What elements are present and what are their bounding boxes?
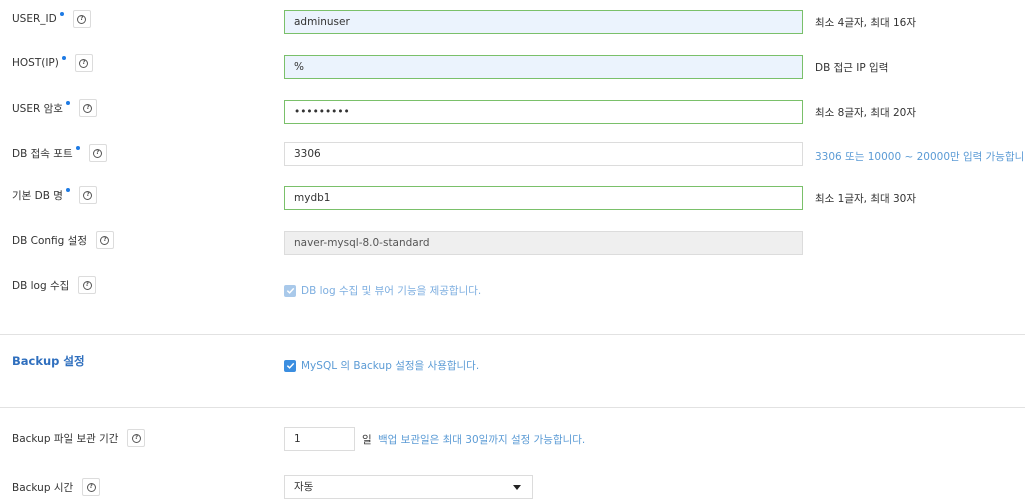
db-log-label: DB log 수집 ? bbox=[12, 276, 97, 294]
help-icon[interactable]: ? bbox=[74, 54, 93, 72]
db-port-hint: 3306 또는 10000 ~ 20000만 입력 가능합니다. bbox=[815, 151, 1025, 163]
help-icon[interactable]: ? bbox=[78, 276, 97, 294]
required-dot bbox=[65, 101, 70, 105]
checkmark-icon bbox=[284, 359, 296, 372]
backup-section-title: Backup 설정 bbox=[12, 354, 85, 368]
help-icon[interactable]: ? bbox=[78, 99, 97, 117]
required-dot bbox=[75, 146, 80, 150]
help-icon[interactable]: ? bbox=[72, 10, 91, 28]
required-dot bbox=[59, 12, 64, 16]
help-icon[interactable]: ? bbox=[78, 186, 97, 204]
backup-time-label: Backup 시간 ? bbox=[12, 478, 101, 496]
section-divider bbox=[0, 334, 1025, 335]
user-password-label: USER 암호 ? bbox=[12, 99, 97, 117]
user-password-input[interactable]: ••••••••• bbox=[284, 100, 803, 124]
db-port-input[interactable]: 3306 bbox=[284, 142, 803, 166]
host-ip-hint: DB 접근 IP 입력 bbox=[815, 62, 889, 74]
help-icon[interactable]: ? bbox=[82, 478, 101, 496]
backup-retention-input[interactable]: 1 bbox=[284, 427, 355, 451]
db-name-input[interactable]: mydb1 bbox=[284, 186, 803, 210]
backup-checkbox[interactable]: MySQL 의 Backup 설정을 사용합니다. bbox=[284, 358, 479, 373]
user-id-input[interactable]: adminuser bbox=[284, 10, 803, 34]
user-id-label: USER_ID ? bbox=[12, 10, 91, 28]
section-divider bbox=[0, 407, 1025, 408]
required-dot bbox=[65, 188, 70, 192]
user-id-hint: 최소 4글자, 최대 16자 bbox=[815, 17, 917, 29]
required-dot bbox=[61, 56, 66, 60]
caret-down-icon bbox=[513, 485, 521, 490]
backup-retention-unit: 일 bbox=[362, 434, 372, 446]
db-config-label: DB Config 설정 ? bbox=[12, 231, 114, 249]
backup-time-select[interactable]: 자동 bbox=[284, 475, 533, 499]
host-ip-input[interactable]: % bbox=[284, 55, 803, 79]
db-port-label: DB 접속 포트 ? bbox=[12, 144, 107, 162]
host-ip-label: HOST(IP) ? bbox=[12, 54, 93, 72]
backup-retention-hint: 백업 보관일은 최대 30일까지 설정 가능합니다. bbox=[378, 434, 586, 446]
user-password-hint: 최소 8글자, 최대 20자 bbox=[815, 107, 917, 119]
db-name-label: 기본 DB 명 ? bbox=[12, 186, 97, 204]
backup-retention-label: Backup 파일 보관 기간 ? bbox=[12, 429, 146, 447]
checkmark-icon bbox=[284, 284, 296, 297]
db-log-checkbox: DB log 수집 및 뷰어 기능을 제공합니다. bbox=[284, 283, 481, 298]
db-name-hint: 최소 1글자, 최대 30자 bbox=[815, 193, 917, 205]
help-icon[interactable]: ? bbox=[88, 144, 107, 162]
help-icon[interactable]: ? bbox=[127, 429, 146, 447]
db-config-input: naver-mysql-8.0-standard bbox=[284, 231, 803, 255]
help-icon[interactable]: ? bbox=[95, 231, 114, 249]
